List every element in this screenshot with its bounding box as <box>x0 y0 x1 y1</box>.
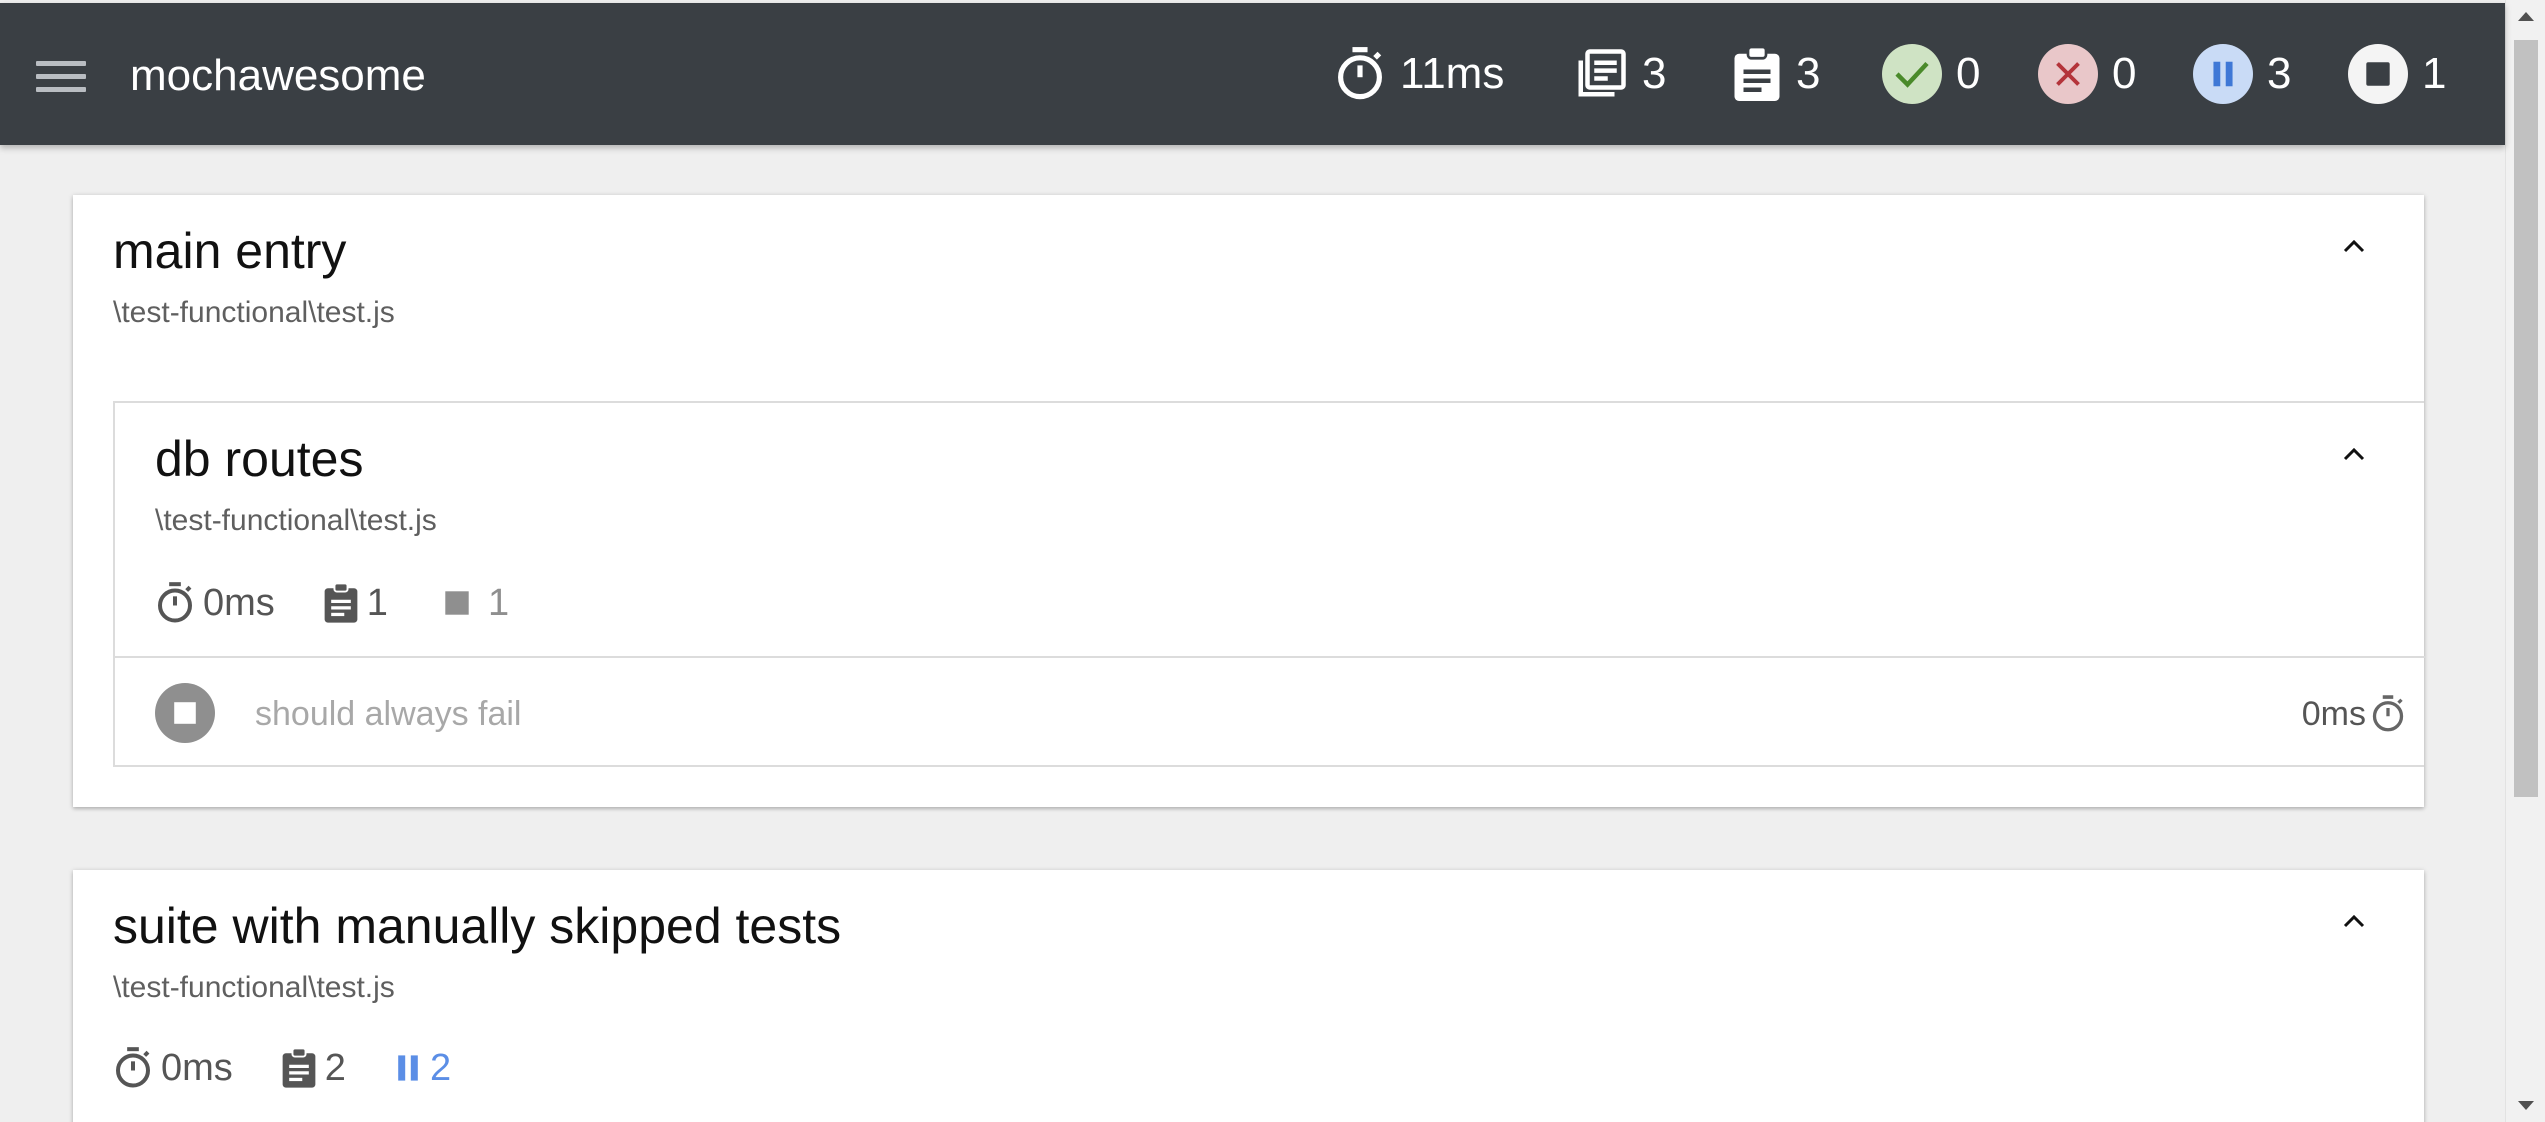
menu-button[interactable] <box>36 61 86 97</box>
stat-duration: 11ms <box>1334 43 1504 105</box>
stopwatch-icon <box>116 1047 150 1088</box>
test-title: should always fail <box>255 695 522 733</box>
stat-passed[interactable]: 0 <box>1882 43 1980 105</box>
stopwatch-icon <box>1334 46 1386 102</box>
scrollbar-thumb[interactable] <box>2514 40 2538 797</box>
vertical-scrollbar[interactable] <box>2505 0 2545 1122</box>
assignment-icon <box>1732 47 1782 101</box>
suite-tests: 2 <box>281 1046 346 1090</box>
suite-title: main entry <box>113 223 347 279</box>
scroll-up-arrow-icon[interactable] <box>2518 12 2534 21</box>
stat-suites[interactable]: 3 <box>1574 43 1666 105</box>
collapse-suite-button[interactable] <box>2334 231 2374 261</box>
hamburger-icon <box>36 74 86 79</box>
suite-title: db routes <box>155 431 364 487</box>
stopwatch-icon <box>158 582 192 623</box>
suite-card-manually-skipped: suite with manually skipped tests \test-… <box>73 870 2424 1122</box>
pending-count: 3 <box>2267 49 2292 98</box>
test-row[interactable]: should always fail 0ms <box>115 656 2426 767</box>
pause-icon <box>2193 44 2253 104</box>
app-brand: mochawesome <box>130 51 426 100</box>
suite-tests: 1 <box>323 581 388 625</box>
skipped-count: 1 <box>2422 49 2447 98</box>
assignment-icon <box>324 583 358 623</box>
pause-icon <box>398 1055 418 1081</box>
assignment-icon <box>282 1048 316 1088</box>
suite-pending: 2 <box>394 1046 451 1090</box>
report-page: mochawesome 11ms 3 3 0 0 3 1 main entry … <box>0 0 2545 1122</box>
test-duration: 0ms <box>2301 695 2366 733</box>
stopwatch-icon <box>2370 694 2406 739</box>
suite-duration: 0ms <box>113 1046 233 1090</box>
suites-count: 3 <box>1642 49 1667 98</box>
suite-file-path: \test-functional\test.js <box>113 971 395 1004</box>
suite-tests-count: 2 <box>324 1047 346 1089</box>
stat-pending[interactable]: 3 <box>2193 43 2291 105</box>
suite-duration: 0ms <box>155 581 275 625</box>
collapse-suite-button[interactable] <box>2334 906 2374 936</box>
close-icon <box>2038 44 2098 104</box>
failed-count: 0 <box>2112 49 2137 98</box>
hamburger-icon <box>36 61 86 66</box>
suite-file-path: \test-functional\test.js <box>113 296 395 329</box>
suite-file-path: \test-functional\test.js <box>155 504 437 537</box>
stat-skipped[interactable]: 1 <box>2348 43 2446 105</box>
suite-duration-value: 0ms <box>161 1047 233 1089</box>
suite-duration-value: 0ms <box>203 582 275 624</box>
hamburger-icon <box>36 87 86 92</box>
suite-title: suite with manually skipped tests <box>113 898 842 954</box>
suite-skipped-count: 1 <box>487 582 510 624</box>
suite-tests-count: 1 <box>366 582 388 624</box>
duration-value: 11ms <box>1400 49 1505 98</box>
suite-pending-count: 2 <box>429 1047 452 1089</box>
scroll-down-arrow-icon[interactable] <box>2518 1101 2534 1110</box>
suite-skipped: 1 <box>436 581 509 625</box>
stat-tests[interactable]: 3 <box>1732 43 1820 105</box>
suite-summary: 0ms 2 2 <box>113 1046 499 1090</box>
chevron-up-icon <box>2343 914 2365 928</box>
tests-count: 3 <box>1796 49 1821 98</box>
stat-failed[interactable]: 0 <box>2038 43 2136 105</box>
check-icon <box>1882 44 1942 104</box>
top-navbar: mochawesome 11ms 3 3 0 0 3 1 <box>0 3 2505 145</box>
library-books-icon <box>1574 47 1628 101</box>
stop-icon <box>2348 44 2408 104</box>
stop-icon <box>155 683 215 743</box>
chevron-up-icon <box>2343 447 2365 461</box>
collapse-suite-button[interactable] <box>2334 439 2374 469</box>
suite-summary: 0ms 1 1 <box>155 581 557 625</box>
suite-card-main-entry: main entry \test-functional\test.js db r… <box>73 195 2426 807</box>
stop-icon <box>445 591 469 615</box>
suite-card-db-routes: db routes \test-functional\test.js 0ms 1… <box>113 401 2426 767</box>
chevron-up-icon <box>2343 239 2365 253</box>
passed-count: 0 <box>1956 49 1981 98</box>
